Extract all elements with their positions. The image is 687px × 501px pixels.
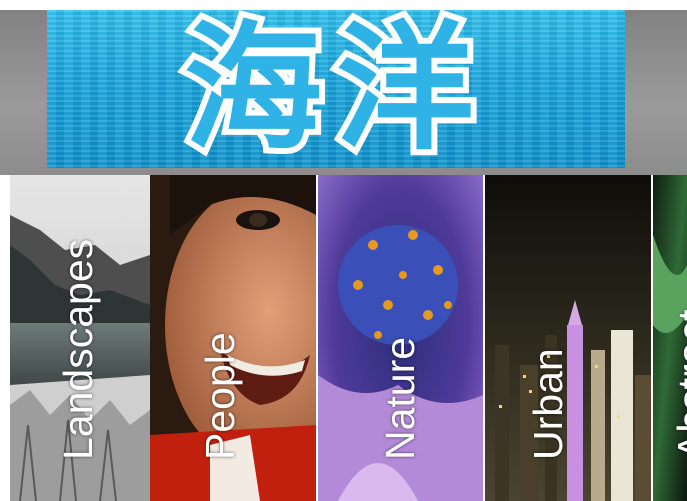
category-tile-nature[interactable]: Nature [318, 175, 483, 501]
category-tile-landscapes[interactable]: Landscapes [10, 175, 150, 501]
header-top-strip [0, 0, 687, 10]
category-tile-people[interactable]: People [150, 175, 316, 501]
left-gutter [0, 175, 10, 501]
tile-label-abstract: Abstract [669, 309, 687, 460]
banner-title: 海洋 [178, 10, 488, 168]
tile-label-landscapes: Landscapes [55, 238, 101, 460]
category-tile-urban[interactable]: Urban [485, 175, 651, 501]
tile-label-urban: Urban [525, 348, 571, 460]
tile-label-people: People [197, 332, 243, 460]
category-tile-abstract[interactable]: Abstract [653, 175, 687, 501]
tile-label-nature: Nature [376, 336, 423, 460]
ocean-banner[interactable]: 海洋 [47, 10, 625, 168]
